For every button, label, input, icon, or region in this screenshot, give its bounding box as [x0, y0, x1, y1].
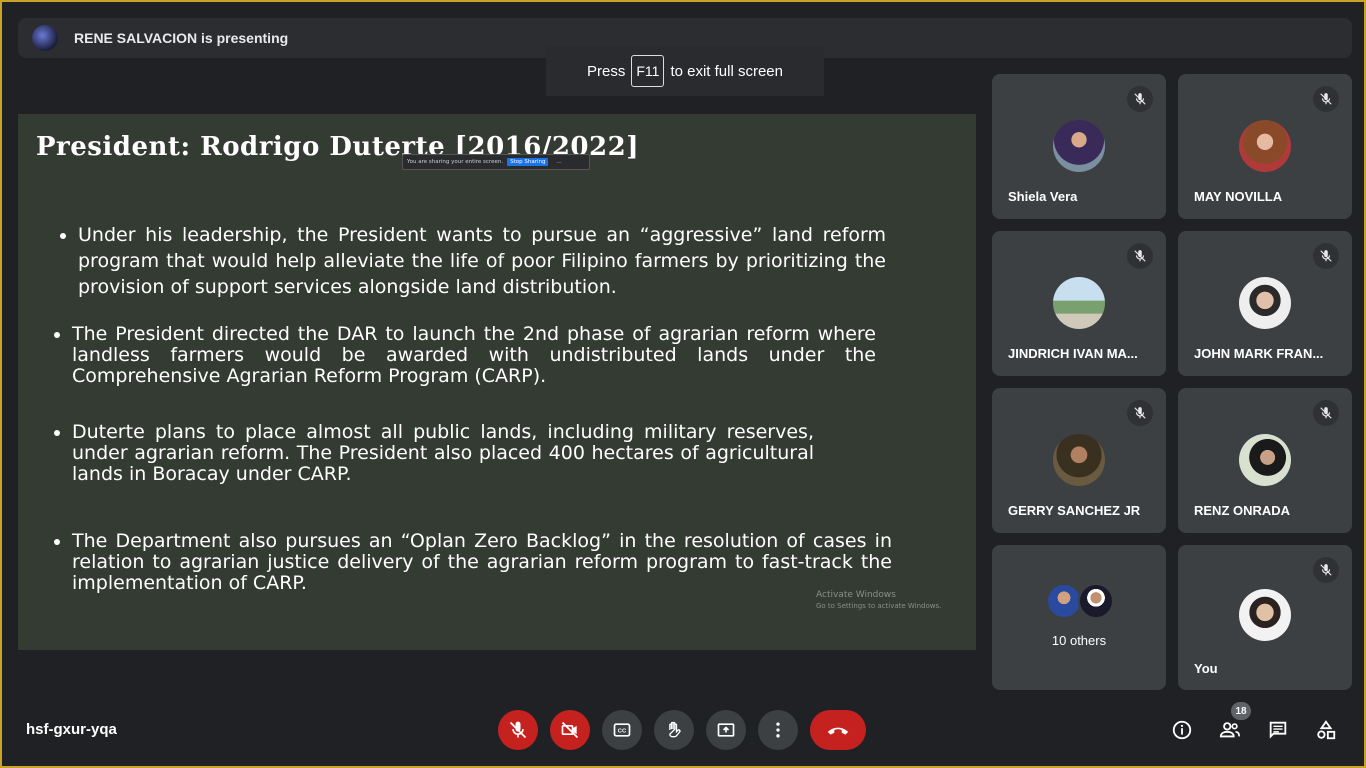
- participant-name: JOHN MARK FRAN...: [1194, 346, 1324, 361]
- mic-toggle-button[interactable]: [498, 710, 538, 750]
- participant-tile[interactable]: JOHN MARK FRAN...: [1178, 231, 1352, 376]
- more-options-button[interactable]: [758, 710, 798, 750]
- meeting-code: hsf-gxur-yqa: [26, 721, 117, 738]
- people-icon: [1219, 722, 1240, 738]
- others-count-label: 10 others: [1051, 633, 1107, 648]
- slide-bullet: The President directed the DAR to launch…: [54, 324, 876, 387]
- mic-off-icon: [1127, 243, 1153, 269]
- self-tile[interactable]: You: [1178, 545, 1352, 690]
- camera-toggle-button[interactable]: [550, 710, 590, 750]
- svg-text:CC: CC: [618, 729, 627, 735]
- presenting-text: RENE SALVACION is presenting: [74, 30, 289, 46]
- participant-avatar: [1053, 277, 1105, 329]
- toast-prefix: Press: [587, 62, 626, 80]
- toast-suffix: to exit full screen: [670, 62, 783, 80]
- mic-off-icon: [1313, 86, 1339, 112]
- mic-off-icon: [1313, 400, 1339, 426]
- mic-off-icon: [1313, 243, 1339, 269]
- mic-off-icon: [1313, 557, 1339, 583]
- self-name: You: [1194, 661, 1218, 676]
- stop-sharing-button[interactable]: Stop Sharing: [507, 158, 549, 166]
- activate-windows-watermark: Activate Windows Go to Settings to activ…: [816, 590, 941, 610]
- meeting-details-button[interactable]: [1167, 716, 1197, 744]
- participant-tile[interactable]: Shiela Vera: [992, 74, 1166, 219]
- others-tile[interactable]: 10 others: [992, 545, 1166, 690]
- sharing-more-button[interactable]: ...: [556, 159, 561, 165]
- mic-off-icon: [1127, 86, 1153, 112]
- watermark-title: Activate Windows: [816, 590, 896, 600]
- participant-tile[interactable]: JINDRICH IVAN MA...: [992, 231, 1166, 376]
- participant-avatar: [1046, 583, 1082, 619]
- participant-tile[interactable]: GERRY SANCHEZ JR: [992, 388, 1166, 533]
- chat-icon: [1269, 721, 1287, 739]
- chat-button[interactable]: [1263, 716, 1293, 744]
- screen-sharing-bar: You are sharing your entire screen. Stop…: [402, 154, 590, 170]
- participant-avatar: [1078, 583, 1114, 619]
- present-icon: [717, 723, 735, 737]
- participant-name: JINDRICH IVAN MA...: [1008, 346, 1138, 361]
- presentation-slide: President: Rodrigo Duterte [2016/2022] Y…: [18, 114, 976, 650]
- activities-button[interactable]: [1311, 716, 1341, 744]
- more-vert-icon: [776, 722, 780, 738]
- toast-key: F11: [631, 55, 665, 87]
- mic-off-icon: [509, 721, 527, 739]
- present-screen-button[interactable]: [706, 710, 746, 750]
- participant-avatar: [1053, 434, 1105, 486]
- participant-count-badge: 18: [1231, 702, 1251, 720]
- self-avatar: [1239, 589, 1291, 641]
- slide-bullet: Duterte plans to place almost all public…: [54, 422, 814, 485]
- participant-tile[interactable]: MAY NOVILLA: [1178, 74, 1352, 219]
- participant-avatar: [1239, 434, 1291, 486]
- raise-hand-button[interactable]: [654, 710, 694, 750]
- others-avatar-group: [1046, 583, 1114, 619]
- participant-name: MAY NOVILLA: [1194, 189, 1283, 204]
- participant-avatar: [1239, 120, 1291, 172]
- participant-avatar: [1239, 277, 1291, 329]
- activities-icon: [1317, 720, 1336, 740]
- participant-tile[interactable]: RENZ ONRADA: [1178, 388, 1352, 533]
- participant-name: GERRY SANCHEZ JR: [1008, 503, 1141, 518]
- hang-up-icon: [827, 727, 849, 735]
- closed-captions-icon: CC: [613, 723, 631, 737]
- leave-call-button[interactable]: [810, 710, 866, 750]
- captions-button[interactable]: CC: [602, 710, 642, 750]
- slide-bullet: Under his leadership, the President want…: [60, 222, 886, 300]
- sharing-text: You are sharing your entire screen.: [407, 159, 504, 165]
- participant-name: Shiela Vera: [1008, 189, 1078, 204]
- presenter-avatar: [32, 25, 58, 51]
- slide-bullet: The Department also pursues an “Oplan Ze…: [54, 531, 892, 594]
- fullscreen-toast: Press F11 to exit full screen: [546, 46, 824, 96]
- info-icon: [1172, 720, 1192, 740]
- people-button[interactable]: [1215, 716, 1245, 744]
- participant-name: RENZ ONRADA: [1194, 503, 1291, 518]
- watermark-subtitle: Go to Settings to activate Windows.: [816, 602, 942, 610]
- participant-avatar: [1053, 120, 1105, 172]
- hand-icon: [669, 721, 681, 738]
- mic-off-icon: [1127, 400, 1153, 426]
- camera-off-icon: [561, 721, 579, 739]
